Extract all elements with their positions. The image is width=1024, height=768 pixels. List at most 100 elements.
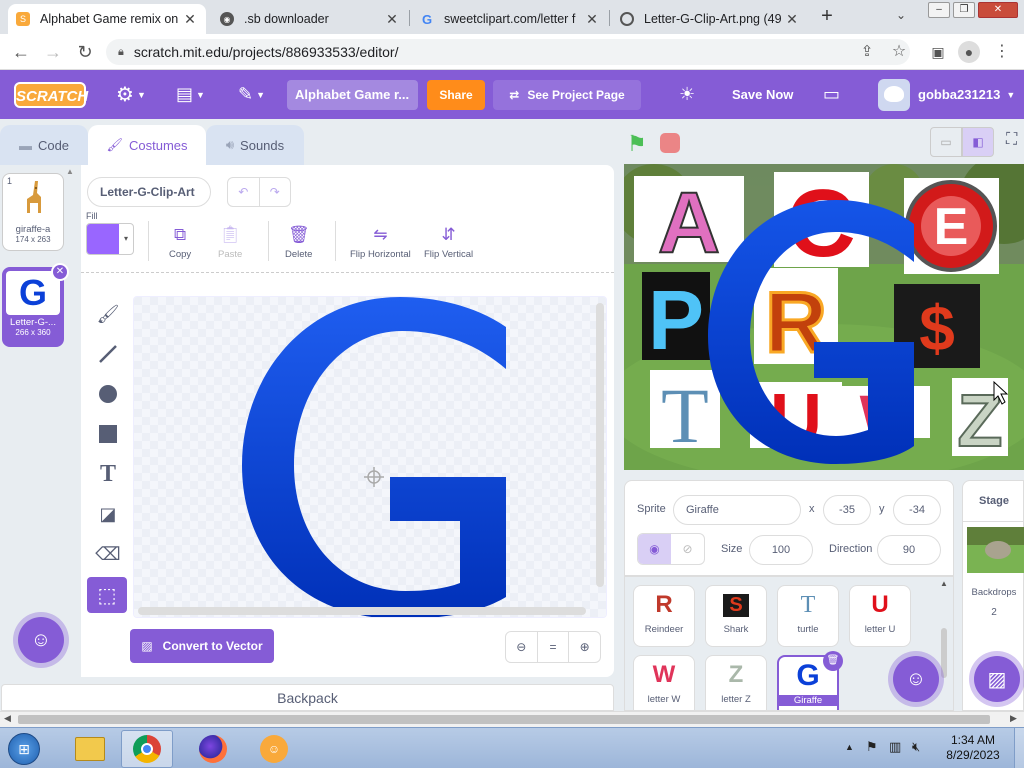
zoom-in-icon[interactable]: ⊕	[569, 632, 600, 662]
scratch-logo[interactable]: SCRATCH	[14, 82, 88, 108]
tab-sb-downloader[interactable]: ◉ .sb downloader ✕	[212, 4, 408, 34]
see-project-page-button[interactable]: ⇄ See Project Page	[493, 80, 641, 110]
new-tab-button[interactable]: +	[815, 6, 839, 28]
green-flag-icon[interactable]: ⚑	[627, 131, 647, 157]
forward-arrow-icon[interactable]: →	[42, 41, 64, 63]
edit-menu[interactable]: ✎ ▼	[238, 70, 265, 119]
share-button[interactable]: Share	[427, 80, 485, 110]
normal-stage-icon[interactable]: ◧	[962, 127, 994, 157]
browser-menu-icon[interactable]: ⋮	[991, 41, 1013, 63]
zoom-reset-button[interactable]: =	[538, 632, 570, 662]
network-icon[interactable]: ▥	[889, 739, 901, 755]
backpack[interactable]: Backpack	[1, 684, 614, 711]
project-title-input[interactable]: Alphabet Game r...	[287, 80, 418, 110]
canvas-vertical-scrollbar[interactable]	[596, 303, 604, 587]
back-arrow-icon[interactable]: ←	[10, 41, 32, 63]
costume-name-input[interactable]: Letter-G-Clip-Art	[87, 177, 211, 207]
volume-muted-icon[interactable]: 🔇︎	[912, 739, 920, 755]
tab-search-chevron-icon[interactable]: ⌄	[896, 8, 906, 22]
sprite-card[interactable]: R Reindeer	[633, 585, 695, 647]
chrome-icon[interactable]	[121, 730, 173, 768]
canvas-horizontal-scrollbar[interactable]	[138, 607, 586, 615]
choose-sprite-button[interactable]: ☺	[893, 656, 939, 702]
copy-button[interactable]: ⧉ Copy	[169, 225, 191, 260]
flip-horizontal-button[interactable]: ⇋ Flip Horizontal	[350, 225, 411, 260]
page-horizontal-scrollbar[interactable]: ◀ ▶	[0, 711, 1024, 727]
file-explorer-icon[interactable]	[64, 730, 116, 768]
tab-sounds[interactable]: 🔊︎ Sounds	[206, 125, 304, 165]
tab-code[interactable]: ▬ Code	[0, 125, 88, 165]
flip-vertical-button[interactable]: ⇵ Flip Vertical	[424, 225, 473, 260]
scroll-left-icon[interactable]: ◀	[4, 713, 11, 724]
profile-avatar-icon[interactable]: ●	[958, 41, 980, 63]
delete-button[interactable]: 🗑︎ Delete	[285, 225, 312, 260]
tab-letter-g-image[interactable]: Letter-G-Clip-Art.png (49 ✕	[612, 4, 808, 34]
save-now-button[interactable]: Save Now	[732, 70, 793, 119]
y-input[interactable]: -34	[893, 495, 941, 525]
stop-sign-icon[interactable]	[660, 133, 680, 153]
scratch-app-icon[interactable]: ☺	[248, 730, 300, 768]
sprite-card[interactable]: U letter U	[849, 585, 911, 647]
sprite-card[interactable]: Z letter Z	[705, 655, 767, 710]
delete-sprite-icon[interactable]: 🗑︎	[823, 651, 843, 671]
action-center-flag-icon[interactable]: ⚑	[866, 739, 878, 755]
zoom-out-icon[interactable]: ⊖	[506, 632, 538, 662]
show-eye-icon[interactable]: ◉	[638, 534, 671, 564]
scroll-right-icon[interactable]: ▶	[1010, 713, 1017, 724]
sprite-list-scrollbar[interactable]: ▲	[939, 579, 949, 707]
system-clock[interactable]: 1:34 AM 8/29/2023	[936, 733, 1010, 763]
restore-window-button[interactable]: ❐	[953, 2, 975, 18]
lock-icon[interactable]: 🔒︎	[118, 46, 124, 59]
share-page-icon[interactable]: ⇪	[856, 41, 878, 63]
close-tab-icon[interactable]: ✕	[182, 11, 198, 28]
side-panel-icon[interactable]: ▣	[927, 41, 949, 63]
select-tool[interactable]: ⬚	[87, 577, 127, 613]
choose-backdrop-button[interactable]: ▨	[974, 656, 1020, 702]
close-window-button[interactable]: ✕	[978, 2, 1018, 18]
circle-tool[interactable]	[93, 379, 123, 409]
convert-to-vector-button[interactable]: ▨ Convert to Vector	[130, 629, 274, 663]
sprite-name-input[interactable]: Giraffe	[673, 495, 801, 525]
sprite-card[interactable]: W letter W	[633, 655, 695, 710]
eraser-tool[interactable]: ⌫	[93, 539, 123, 569]
tab-scratch[interactable]: S Alphabet Game remix on ✕	[8, 4, 206, 34]
paste-button[interactable]: 📋︎ Paste	[218, 225, 242, 260]
minimize-window-button[interactable]: –	[928, 2, 950, 18]
address-bar[interactable]: 🔒︎ scratch.mit.edu/projects/886933533/ed…	[106, 39, 910, 65]
lightbulb-icon[interactable]: ☀	[679, 70, 695, 119]
stage-canvas[interactable]: A C E P R $	[624, 164, 1024, 470]
tab-costumes[interactable]: 🖌︎ Costumes	[88, 125, 206, 165]
paint-canvas[interactable]	[133, 296, 607, 618]
tab-sweetclipart[interactable]: G sweetclipart.com/letter f ✕	[412, 4, 608, 34]
sprite-card[interactable]: S Shark	[705, 585, 767, 647]
sprite-card-selected[interactable]: G Giraffe 🗑︎	[777, 651, 843, 710]
file-menu[interactable]: ▤ ▼	[176, 70, 205, 119]
costume-card-selected[interactable]: 2 ✕ G Letter-G-... 266 x 360	[2, 263, 69, 347]
brush-tool[interactable]: 🖌︎	[93, 299, 123, 329]
costume-list-scrollbar[interactable]: ▲	[66, 167, 74, 651]
sprite-card[interactable]: T turtle	[777, 585, 839, 647]
choose-costume-button[interactable]: ☺	[18, 617, 64, 663]
bookmark-star-icon[interactable]: ☆	[888, 41, 910, 63]
fill-tool[interactable]: ◪	[93, 499, 123, 529]
my-stuff-folder-icon[interactable]: ▭	[823, 70, 840, 119]
fill-color-picker[interactable]: ▾	[86, 223, 134, 255]
close-tab-icon[interactable]: ✕	[384, 11, 400, 28]
undo-icon[interactable]: ↶	[228, 178, 260, 206]
reload-icon[interactable]: ↻	[74, 41, 96, 63]
line-tool[interactable]	[93, 339, 123, 369]
costume-card[interactable]: 1 giraffe-a 174 x 263	[2, 173, 64, 251]
close-tab-icon[interactable]: ✕	[784, 11, 800, 28]
x-input[interactable]: -35	[823, 495, 871, 525]
settings-menu[interactable]: ⚙ ▼	[116, 70, 146, 119]
redo-icon[interactable]: ↷	[260, 178, 291, 206]
close-tab-icon[interactable]: ✕	[584, 11, 600, 28]
hide-eye-icon[interactable]: ⊘	[671, 534, 704, 564]
account-menu[interactable]: gobba231213 ▼	[878, 70, 1015, 119]
small-stage-icon[interactable]: ▭	[930, 127, 962, 157]
scrollbar-thumb[interactable]	[18, 715, 990, 724]
start-button[interactable]: ⊞	[0, 730, 48, 768]
direction-input[interactable]: 90	[877, 535, 941, 565]
show-desktop-button[interactable]	[1014, 728, 1024, 768]
firefox-icon[interactable]	[187, 730, 239, 768]
